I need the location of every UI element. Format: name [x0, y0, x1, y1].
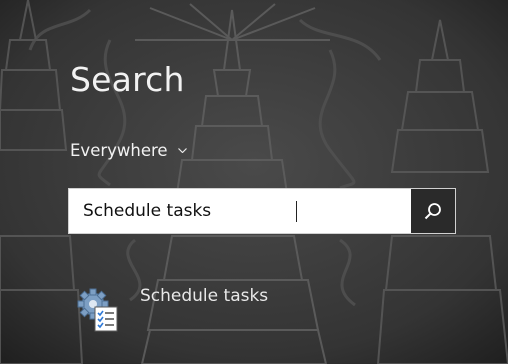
search-charm-panel: Search Everywhere Schedule tasks Schedul…: [0, 0, 508, 364]
search-scope-label: Everywhere: [70, 141, 168, 160]
task-scheduler-icon: [77, 288, 118, 332]
search-input[interactable]: [69, 189, 411, 233]
magnifier-icon: [424, 203, 441, 220]
search-result-item[interactable]: Schedule tasks: [64, 280, 484, 340]
search-result-label: Schedule tasks: [140, 286, 269, 306]
search-scope-dropdown[interactable]: Everywhere: [70, 141, 187, 160]
search-button[interactable]: [411, 189, 455, 233]
text-caret: [296, 201, 297, 222]
search-box: [68, 188, 456, 234]
chevron-down-icon: [177, 148, 187, 153]
search-heading: Search: [70, 60, 185, 99]
